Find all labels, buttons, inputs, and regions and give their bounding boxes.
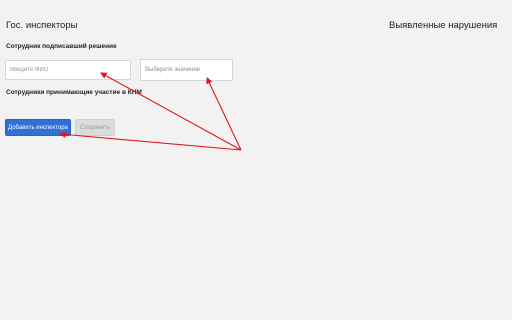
inspector-select[interactable]: Выберите значение: [140, 59, 233, 81]
fio-field[interactable]: [5, 60, 131, 80]
select-value: Выберите значение: [145, 67, 201, 73]
arrow-to-add-button: [58, 131, 242, 151]
inspectors-title: Гос. инспекторы: [6, 20, 78, 31]
arrow-to-select: [206, 77, 242, 151]
signer-label: Сотрудник подписавший решение: [6, 43, 117, 50]
add-inspector-button[interactable]: Добавить инспектора: [5, 119, 71, 136]
violations-title: Выявленные нарушения: [389, 20, 498, 31]
save-button[interactable]: Сохранить: [75, 119, 115, 136]
participants-label: Сотрудники принимающие участие в КНМ: [6, 89, 142, 96]
fio-input[interactable]: [10, 67, 126, 73]
arrow-to-fio: [100, 72, 242, 151]
